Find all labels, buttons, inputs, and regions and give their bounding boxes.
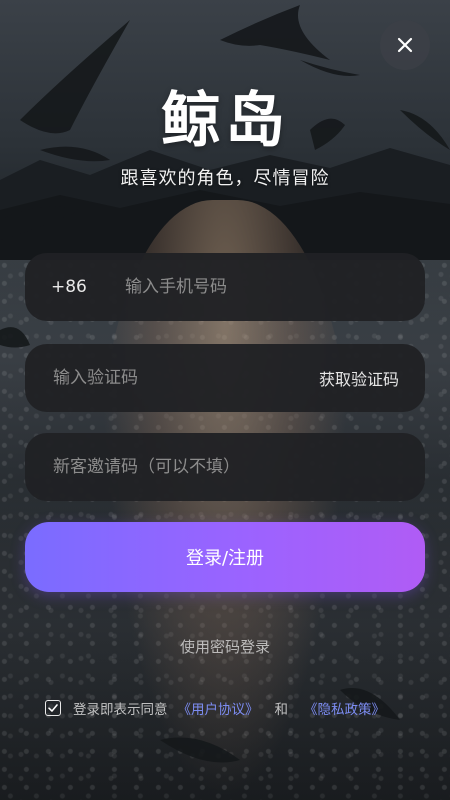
check-icon: [48, 704, 58, 712]
login-register-button[interactable]: 登录/注册: [25, 522, 425, 592]
agreement-text: 登录即表示同意: [73, 702, 168, 718]
verification-code-input[interactable]: [51, 343, 319, 413]
app-subtitle: 跟喜欢的角色，尽情冒险: [120, 168, 330, 189]
get-code-button[interactable]: 获取验证码: [319, 366, 399, 390]
invite-code-input[interactable]: [51, 432, 425, 502]
agreement-row: 登录即表示同意 《用户协议》 和 《隐私政策》: [45, 697, 385, 719]
close-button[interactable]: [380, 20, 430, 70]
agreement-and-text: 和: [274, 702, 289, 718]
verification-code-field[interactable]: 获取验证码: [25, 343, 425, 413]
phone-field[interactable]: +86: [25, 252, 425, 322]
login-screen: 鲸岛 跟喜欢的角色，尽情冒险 +86 获取验证码 登录/注册 使用密码登录 登录…: [0, 0, 450, 800]
app-title: 鲸岛: [161, 86, 289, 156]
phone-input[interactable]: [123, 252, 425, 322]
agreement-checkbox[interactable]: [45, 700, 61, 716]
country-code[interactable]: +86: [51, 277, 123, 297]
invite-code-field[interactable]: [25, 432, 425, 502]
privacy-policy-link[interactable]: 《隐私政策》: [304, 698, 385, 718]
password-login-link[interactable]: 使用密码登录: [0, 636, 450, 657]
close-icon: [397, 37, 413, 53]
user-agreement-link[interactable]: 《用户协议》: [178, 698, 259, 718]
